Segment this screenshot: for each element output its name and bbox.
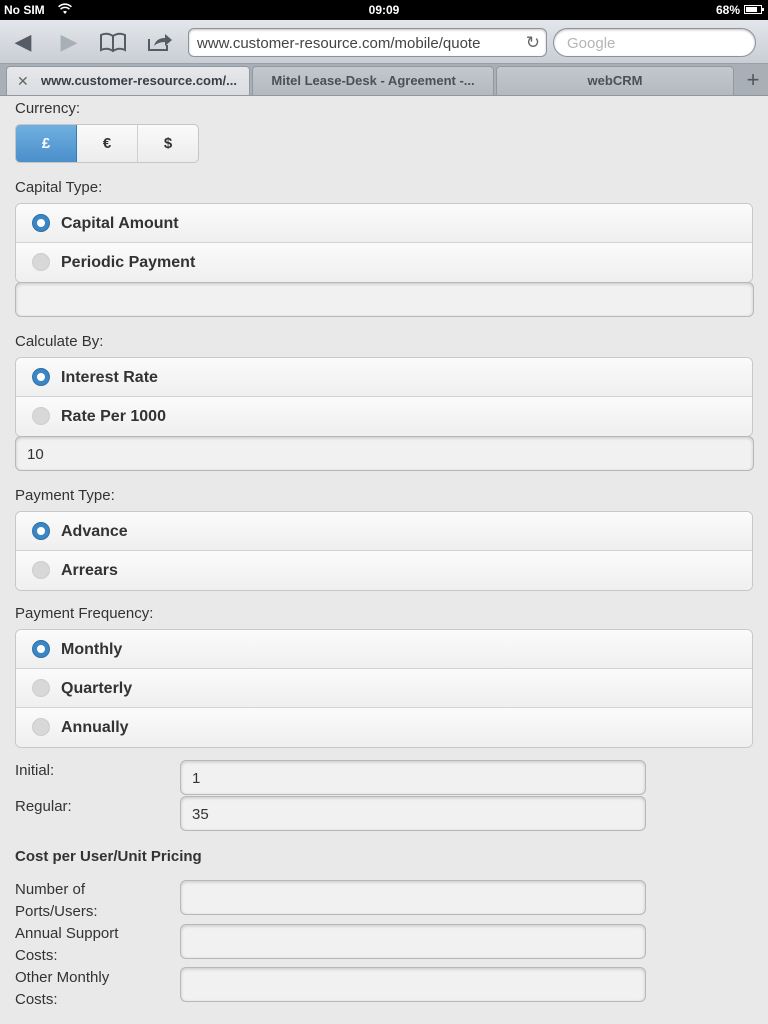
radio-selected-icon[interactable] bbox=[32, 214, 50, 232]
close-tab-icon[interactable]: ✕ bbox=[17, 67, 29, 95]
monthly-option[interactable]: Monthly bbox=[16, 630, 752, 669]
currency-usd-button[interactable]: $ bbox=[138, 125, 198, 162]
url-text: www.customer-resource.com/mobile/quote bbox=[197, 35, 481, 52]
tab-bar: ✕ www.customer-resource.com/... Mitel Le… bbox=[0, 64, 768, 96]
calculate-by-label: Calculate By: bbox=[15, 333, 104, 350]
tab-mitel-lease-desk[interactable]: Mitel Lease-Desk - Agreement -... bbox=[252, 66, 494, 96]
payment-type-label: Payment Type: bbox=[15, 487, 115, 504]
reload-icon[interactable]: ↻ bbox=[526, 33, 540, 53]
battery-icon bbox=[744, 5, 764, 14]
ports-users-field[interactable] bbox=[180, 880, 646, 915]
new-tab-icon[interactable]: + bbox=[738, 66, 768, 96]
status-bar: No SIM 09:09 68% bbox=[0, 0, 768, 20]
interest-rate-option[interactable]: Interest Rate bbox=[16, 358, 752, 397]
clock: 09:09 bbox=[368, 3, 400, 17]
currency-selector: £ € $ bbox=[15, 124, 199, 163]
payment-type-group: Advance Arrears bbox=[15, 511, 753, 591]
cost-section-title: Cost per User/Unit Pricing bbox=[15, 848, 202, 865]
radio-selected-icon[interactable] bbox=[32, 522, 50, 540]
arrears-option[interactable]: Arrears bbox=[16, 551, 752, 590]
battery-percentage: 68% bbox=[715, 3, 740, 17]
radio-unselected-icon[interactable] bbox=[32, 253, 50, 271]
radio-unselected-icon[interactable] bbox=[32, 718, 50, 736]
capital-amount-field[interactable] bbox=[15, 282, 754, 317]
browser-toolbar: ◀ ▶ www.customer-resource.com/mobile/quo… bbox=[0, 20, 768, 64]
initial-field[interactable]: 1 bbox=[180, 760, 646, 795]
calculate-by-group: Interest Rate Rate Per 1000 bbox=[15, 357, 753, 437]
back-icon[interactable]: ◀ bbox=[8, 28, 38, 56]
payment-frequency-group: Monthly Quarterly Annually bbox=[15, 629, 753, 748]
radio-unselected-icon[interactable] bbox=[32, 561, 50, 579]
tab-customer-resource[interactable]: ✕ www.customer-resource.com/... bbox=[6, 66, 250, 96]
radio-unselected-icon[interactable] bbox=[32, 407, 50, 425]
search-placeholder: Google bbox=[567, 35, 616, 52]
annual-support-label: Annual Support Costs: bbox=[15, 925, 119, 964]
tab-webcrm[interactable]: webCRM bbox=[496, 66, 734, 96]
regular-label: Regular: bbox=[15, 798, 72, 815]
capital-amount-option[interactable]: Capital Amount bbox=[16, 204, 752, 243]
regular-field[interactable]: 35 bbox=[180, 796, 646, 831]
quarterly-option[interactable]: Quarterly bbox=[16, 669, 752, 708]
radio-unselected-icon[interactable] bbox=[32, 679, 50, 697]
radio-selected-icon[interactable] bbox=[32, 368, 50, 386]
capital-type-group: Capital Amount Periodic Payment bbox=[15, 203, 753, 283]
ports-users-label: Number of Ports/Users: bbox=[15, 881, 98, 920]
initial-label: Initial: bbox=[15, 762, 55, 779]
share-icon[interactable] bbox=[145, 28, 175, 56]
currency-label: Currency: bbox=[15, 100, 81, 117]
capital-type-label: Capital Type: bbox=[15, 179, 103, 196]
payment-frequency-label: Payment Frequency: bbox=[15, 605, 154, 622]
other-monthly-field[interactable] bbox=[180, 967, 646, 1002]
currency-gbp-button[interactable]: £ bbox=[16, 125, 77, 162]
other-monthly-label: Other Monthly Costs: bbox=[15, 969, 110, 1008]
bookmarks-icon[interactable] bbox=[98, 28, 128, 56]
annually-option[interactable]: Annually bbox=[16, 708, 752, 747]
radio-selected-icon[interactable] bbox=[32, 640, 50, 658]
annual-support-field[interactable] bbox=[180, 924, 646, 959]
currency-eur-button[interactable]: € bbox=[77, 125, 138, 162]
rate-per-1000-option[interactable]: Rate Per 1000 bbox=[16, 397, 752, 436]
advance-option[interactable]: Advance bbox=[16, 512, 752, 551]
quote-form: Currency: £ € $ Capital Type: Capital Am… bbox=[0, 97, 768, 1024]
periodic-payment-option[interactable]: Periodic Payment bbox=[16, 243, 752, 282]
forward-icon[interactable]: ▶ bbox=[54, 28, 84, 56]
interest-rate-field[interactable]: 10 bbox=[15, 436, 754, 471]
url-bar[interactable]: www.customer-resource.com/mobile/quote ↻ bbox=[188, 28, 547, 57]
search-input[interactable]: Google bbox=[553, 28, 756, 57]
